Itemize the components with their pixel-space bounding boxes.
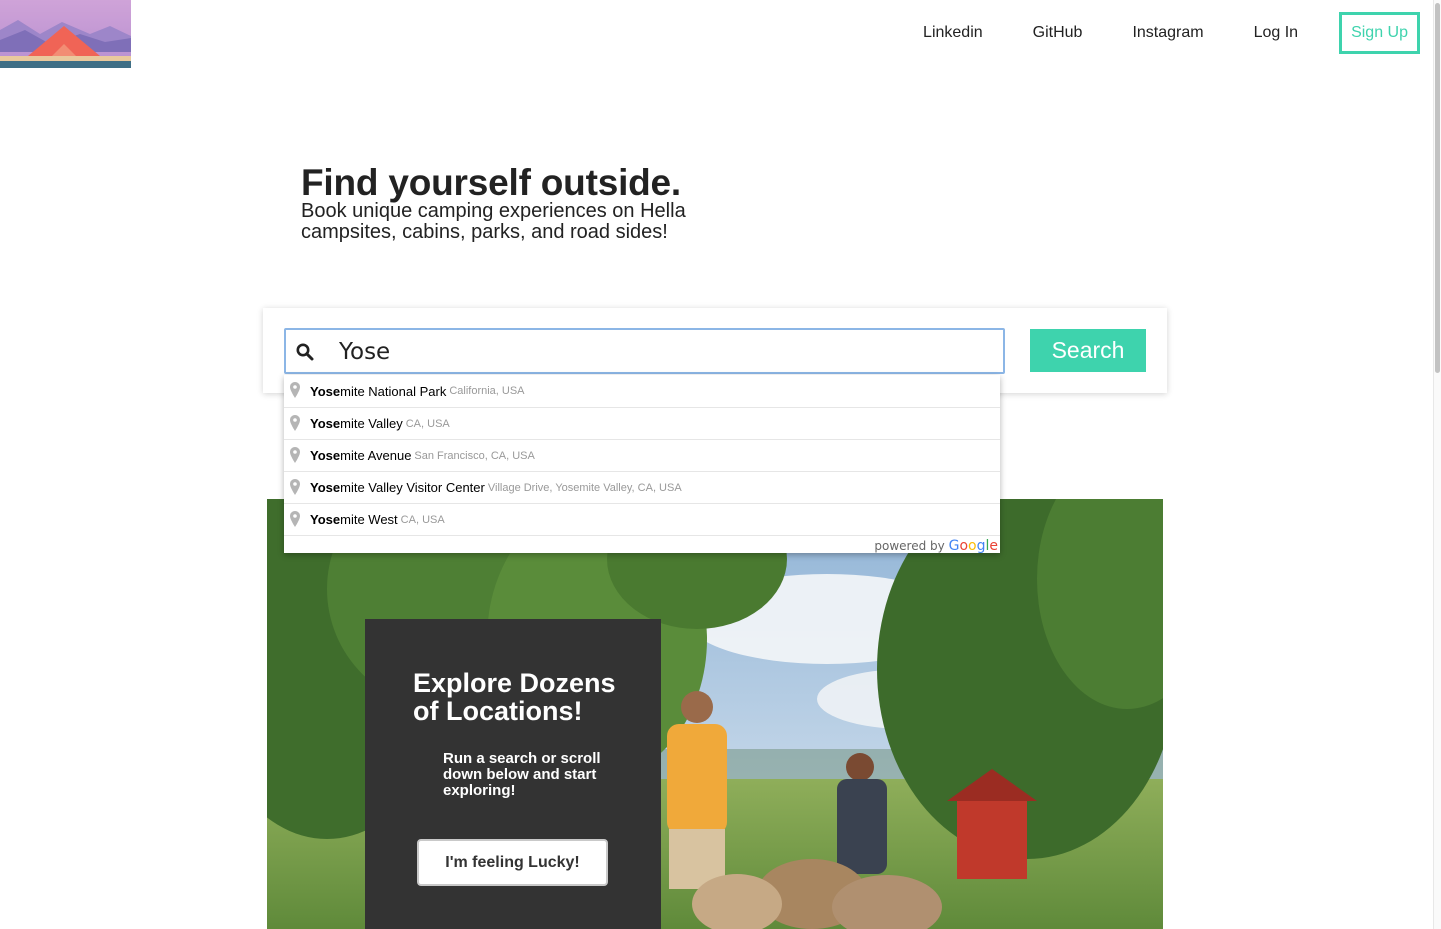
logo-graphic [0,0,131,68]
signup-button[interactable]: Sign Up [1339,12,1420,54]
autocomplete-match-text: Yose [310,383,341,399]
autocomplete-match-text: Yose [310,512,341,527]
map-pin-icon [290,479,300,495]
autocomplete-main-text: mite West [340,512,398,527]
nav-linkedin-link[interactable]: Linkedin [923,24,983,42]
mountain-tent-logo[interactable] [0,0,131,68]
powered-by-google: powered by Google [874,538,998,554]
autocomplete-item[interactable]: Yose mite Avenue San Francisco, CA, USA [284,439,1000,471]
page-scrollbar[interactable] [1433,0,1441,929]
scrollbar-thumb[interactable] [1435,3,1440,373]
nav-github-link[interactable]: GitHub [1033,24,1083,42]
top-nav: Linkedin GitHub Instagram Log In Sign Up [923,12,1420,54]
search-button[interactable]: Search [1030,329,1146,372]
autocomplete-secondary-text: Village Drive, Yosemite Valley, CA, USA [487,481,682,494]
autocomplete-dropdown: Yose mite National Park California, USA Y… [284,375,1000,554]
explore-title: Explore Dozens of Locations! [413,668,616,726]
autocomplete-match-text: Yose [310,416,341,431]
map-pin-icon [290,382,300,398]
google-letter: o [968,538,977,554]
feeling-lucky-button[interactable]: I'm feeling Lucky! [417,839,608,886]
search-input[interactable] [339,336,939,368]
nav-instagram-link[interactable]: Instagram [1132,24,1203,42]
autocomplete-main-text: mite Valley Visitor Center [340,480,485,495]
google-wordmark: Google [949,538,998,554]
map-pin-icon [290,447,300,463]
autocomplete-secondary-text: CA, USA [405,417,450,430]
autocomplete-secondary-text: California, USA [449,385,525,397]
autocomplete-main-text: mite Valley [340,416,403,431]
autocomplete-secondary-text: CA, USA [400,513,445,526]
nav-login-link[interactable]: Log In [1254,24,1298,42]
search-field[interactable] [284,328,1005,374]
explore-card: Explore Dozens of Locations! Run a searc… [365,619,661,929]
google-letter: o [959,538,969,554]
powered-by-text: powered by [874,539,945,553]
search-icon [296,343,314,361]
map-pin-icon [290,511,300,527]
autocomplete-item[interactable]: Yose mite National Park California, USA [284,375,1000,407]
map-pin-icon [290,415,300,431]
hero-title: Find yourself outside. [301,162,682,203]
autocomplete-footer: powered by Google [284,535,1000,554]
autocomplete-item[interactable]: Yose mite West CA, USA [284,503,1000,535]
explore-text: Run a search or scroll down below and st… [443,750,601,799]
autocomplete-item[interactable]: Yose mite Valley CA, USA [284,407,1000,439]
google-letter: G [948,538,960,554]
autocomplete-main-text: mite Avenue [340,448,412,463]
autocomplete-secondary-text: San Francisco, CA, USA [414,449,535,462]
autocomplete-match-text: Yose [310,448,341,463]
autocomplete-match-text: Yose [310,480,341,495]
hero-subtitle: Book unique camping experiences on Hella… [301,200,686,243]
google-letter: e [989,538,998,554]
autocomplete-item[interactable]: Yose mite Valley Visitor Center Village D… [284,471,1000,503]
autocomplete-main-text: mite National Park [340,383,447,399]
